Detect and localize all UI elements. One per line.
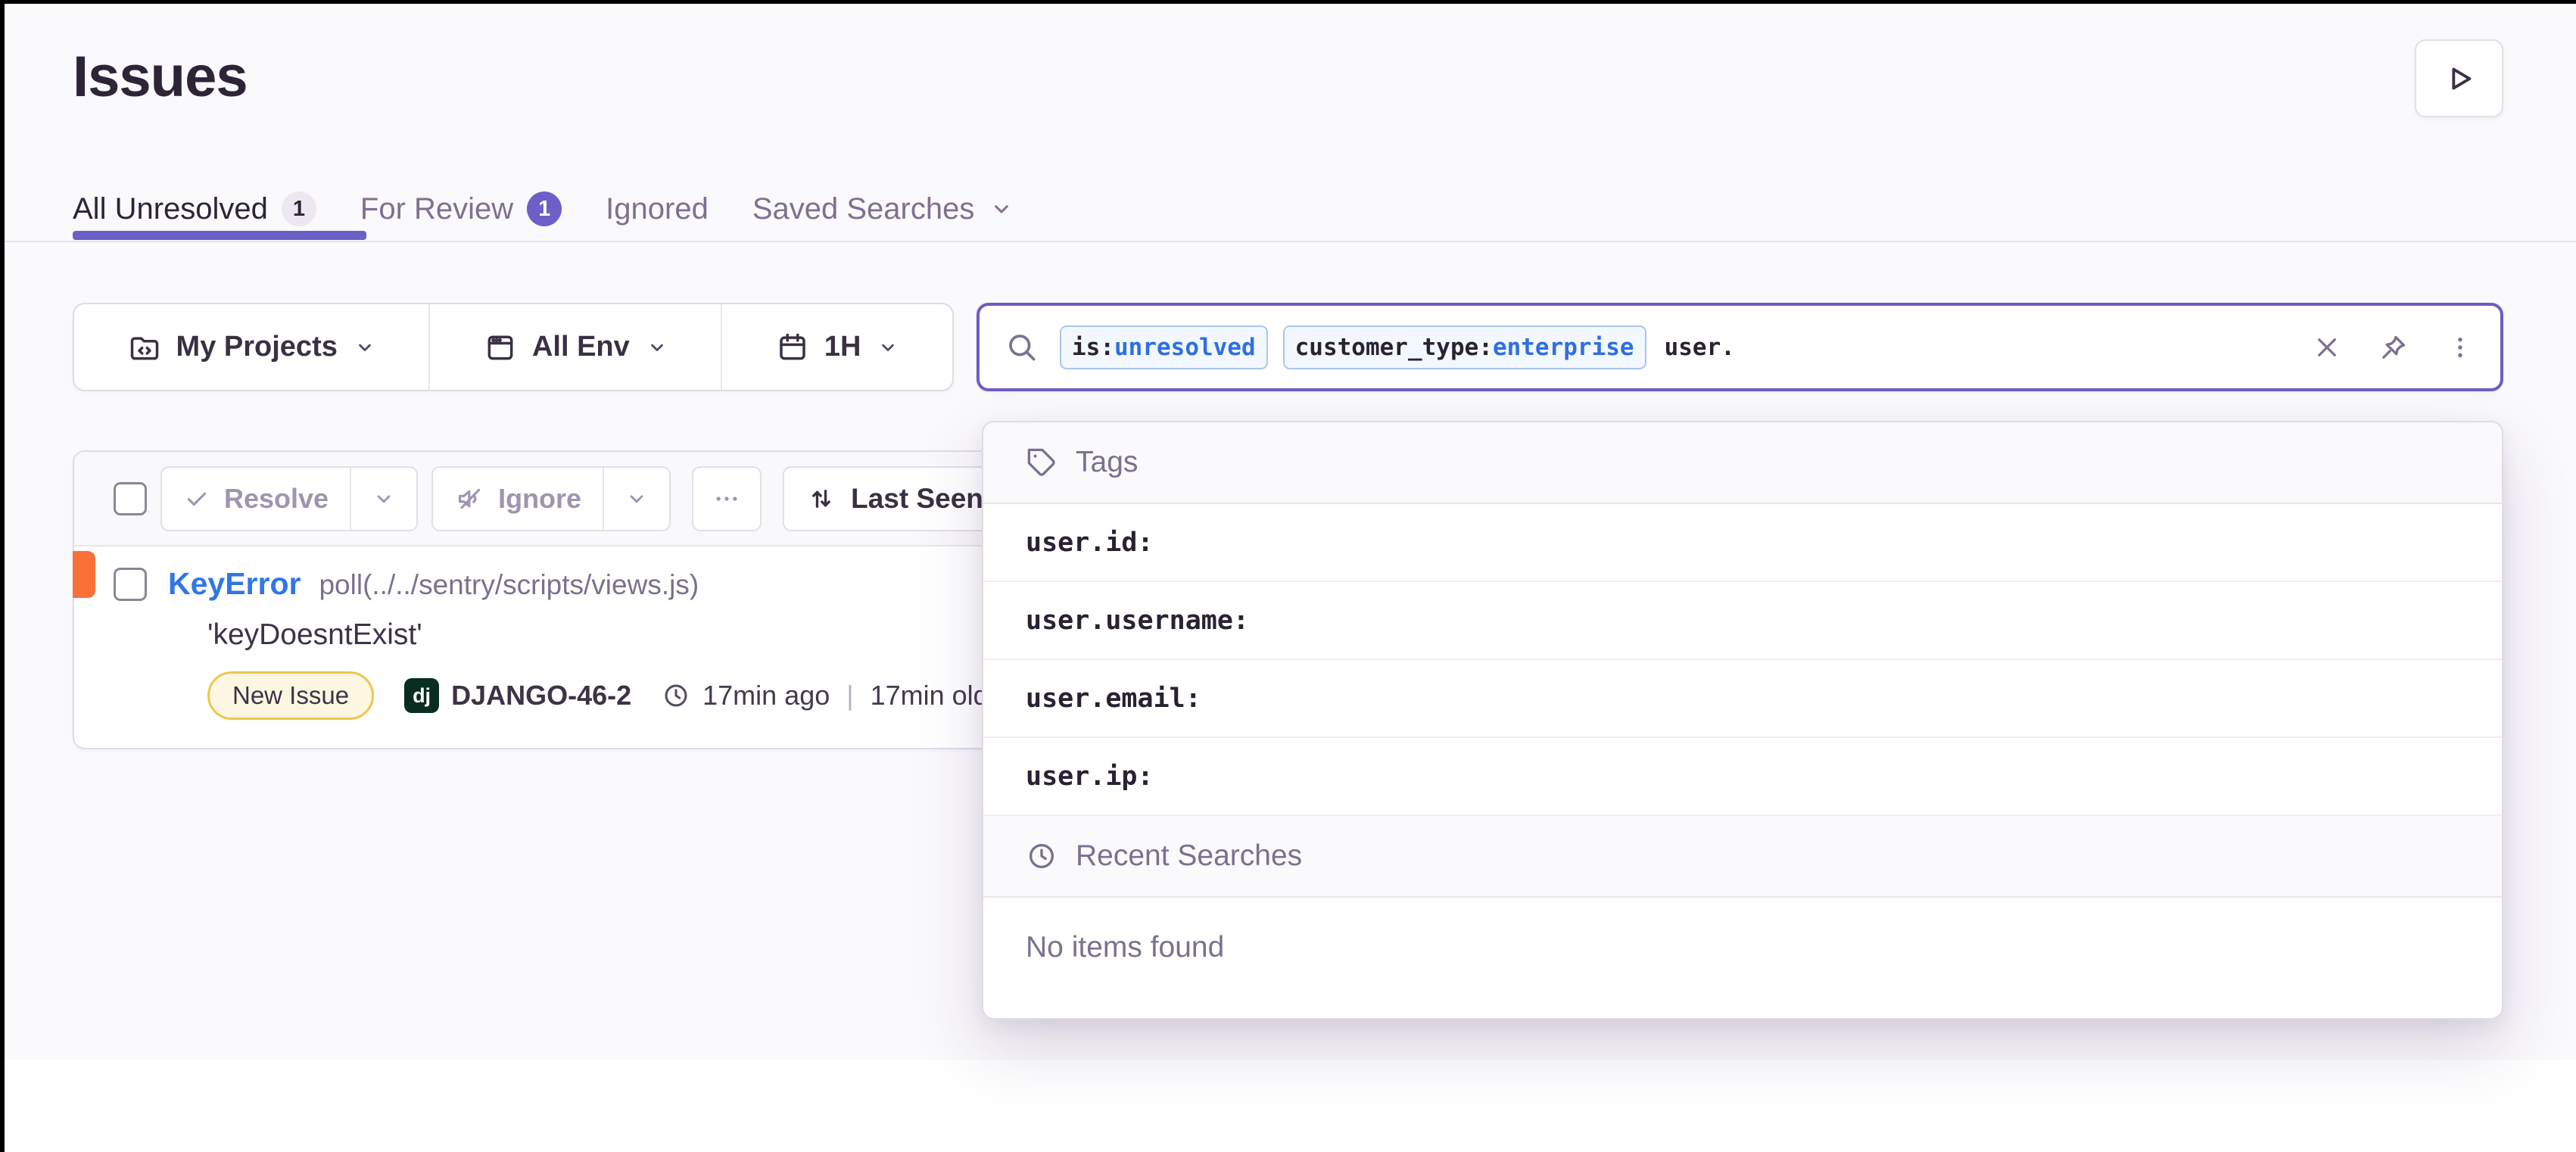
page-filter-bar: My Projects All Env 1H xyxy=(73,303,954,391)
pin-search-icon[interactable] xyxy=(2378,332,2409,363)
tab-count-badge: 1 xyxy=(527,191,562,226)
issue-search-input[interactable]: is:unresolved customer_type:enterprise u… xyxy=(977,303,2503,391)
sort-arrows-icon xyxy=(807,484,836,513)
ignore-label: Ignore xyxy=(498,483,581,515)
issue-short-id: DJANGO-46-2 xyxy=(451,680,631,711)
projects-folder-icon xyxy=(128,331,161,364)
clock-icon xyxy=(1026,840,1057,872)
tab-ignored[interactable]: Ignored xyxy=(606,192,709,226)
page-title: Issues xyxy=(73,44,248,110)
issue-project: dj DJANGO-46-2 xyxy=(404,678,631,713)
search-autocomplete-dropdown: Tags user.id: user.username: user.email:… xyxy=(982,421,2503,1020)
resolve-button[interactable]: Resolve xyxy=(162,468,350,530)
clear-search-icon[interactable] xyxy=(2313,333,2341,362)
issue-list-tabs: All Unresolved 1 For Review 1 Ignored Sa… xyxy=(73,182,1014,236)
ignore-button[interactable]: Ignore xyxy=(433,468,603,530)
issues-page: Issues All Unresolved 1 For Review 1 Ign… xyxy=(0,0,2576,1152)
project-filter-label: My Projects xyxy=(176,331,338,363)
chevron-down-icon xyxy=(877,337,899,358)
tab-for-review[interactable]: For Review 1 xyxy=(360,191,562,226)
sort-by-label: Last Seen xyxy=(851,483,983,515)
issue-last-seen: 17min ago xyxy=(702,680,830,711)
ellipsis-icon xyxy=(712,484,742,514)
issue-checkbox[interactable] xyxy=(114,568,147,601)
search-overflow-menu-icon[interactable] xyxy=(2446,333,2475,362)
calendar-icon xyxy=(776,331,809,364)
search-typed-text: user. xyxy=(1665,334,1735,361)
issue-title-link[interactable]: KeyError xyxy=(168,566,301,602)
resolve-dropdown-button[interactable] xyxy=(350,468,416,530)
screenshot-frame-top xyxy=(0,0,2576,4)
token-key: customer_type: xyxy=(1295,334,1493,361)
issue-level-bar xyxy=(73,551,95,598)
project-filter-dropdown[interactable]: My Projects xyxy=(74,304,428,390)
autocomplete-section-tags: Tags xyxy=(983,422,2502,504)
autocomplete-item-user-username[interactable]: user.username: xyxy=(983,582,2502,660)
ignore-split-button: Ignore xyxy=(431,466,671,531)
tab-count-badge: 1 xyxy=(282,191,316,226)
tab-label: Ignored xyxy=(606,192,709,226)
time-range-label: 1H xyxy=(824,331,861,363)
chevron-down-icon xyxy=(646,337,668,358)
search-icon xyxy=(1005,331,1039,364)
screenshot-frame-left xyxy=(0,0,5,1152)
environment-filter-dropdown[interactable]: All Env xyxy=(428,304,721,390)
search-actions xyxy=(2313,332,2475,363)
search-token-is-unresolved[interactable]: is:unresolved xyxy=(1060,325,1268,369)
tab-all-unresolved[interactable]: All Unresolved 1 xyxy=(73,191,316,226)
clock-icon xyxy=(662,681,690,710)
tab-saved-searches[interactable]: Saved Searches xyxy=(752,192,1014,226)
issue-culprit: poll(../../sentry/scripts/views.js) xyxy=(319,569,699,601)
play-icon xyxy=(2442,61,2477,96)
page-bottom-background xyxy=(0,1060,2576,1152)
tab-label: Saved Searches xyxy=(752,192,975,226)
autocomplete-item-user-ip[interactable]: user.ip: xyxy=(983,738,2502,816)
chevron-down-icon xyxy=(354,337,375,358)
autocomplete-empty-state: No items found xyxy=(983,898,2502,998)
environment-filter-label: All Env xyxy=(532,331,630,363)
resolve-split-button: Resolve xyxy=(160,466,418,531)
issue-times: 17min ago | 17min old xyxy=(662,680,989,711)
check-icon xyxy=(183,485,210,512)
autocomplete-item-user-id[interactable]: user.id: xyxy=(983,504,2502,582)
token-key: is: xyxy=(1072,334,1114,361)
autocomplete-item-user-email[interactable]: user.email: xyxy=(983,660,2502,738)
token-value: enterprise xyxy=(1493,334,1634,361)
tab-label: All Unresolved xyxy=(73,192,268,226)
select-all-checkbox[interactable] xyxy=(114,482,147,515)
chevron-down-icon xyxy=(989,197,1014,221)
recent-searches-label: Recent Searches xyxy=(1076,839,1302,873)
time-separator: | xyxy=(846,680,853,711)
token-value: unresolved xyxy=(1114,334,1256,361)
mute-icon xyxy=(454,484,484,514)
new-issue-badge: New Issue xyxy=(207,671,374,720)
environment-window-icon xyxy=(484,331,517,364)
django-platform-icon: dj xyxy=(404,678,439,713)
search-token-customer-type[interactable]: customer_type:enterprise xyxy=(1283,325,1646,369)
autocomplete-section-recent-searches: Recent Searches xyxy=(983,816,2502,898)
more-actions-button[interactable] xyxy=(692,466,762,531)
issue-age: 17min old xyxy=(871,680,989,711)
resolve-label: Resolve xyxy=(224,483,329,515)
time-range-filter-dropdown[interactable]: 1H xyxy=(721,304,952,390)
tabs-bottom-border xyxy=(0,241,2576,242)
tag-icon xyxy=(1026,447,1057,478)
tags-section-label: Tags xyxy=(1076,446,1138,479)
sort-by-button[interactable]: Last Seen xyxy=(783,466,1008,531)
ignore-dropdown-button[interactable] xyxy=(603,468,669,530)
replay-tour-button[interactable] xyxy=(2415,39,2503,117)
active-tab-underline xyxy=(73,231,366,240)
tab-label: For Review xyxy=(360,192,513,226)
